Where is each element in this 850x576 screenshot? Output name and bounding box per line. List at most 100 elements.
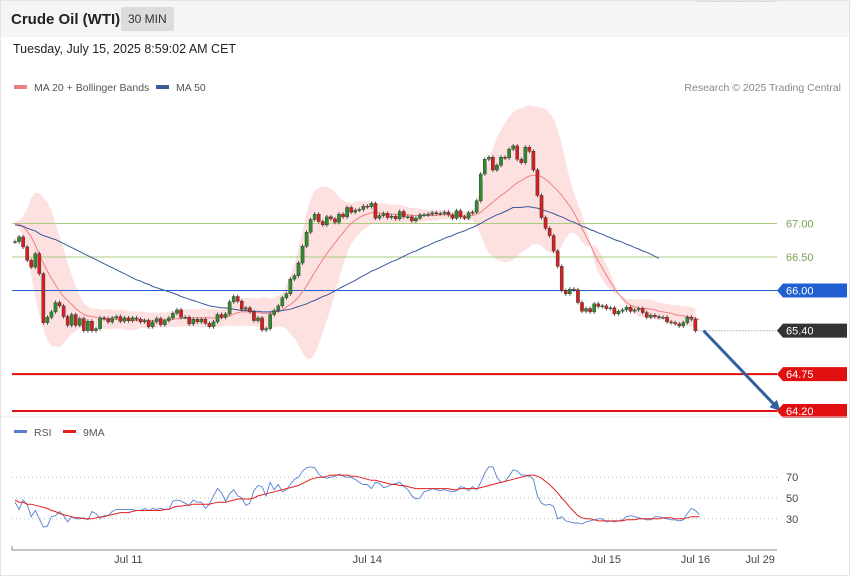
candle-body <box>673 322 677 325</box>
rsi-tick-label: 30 <box>786 514 798 526</box>
level-label-67.00: 67.00 <box>786 219 814 231</box>
candle-body <box>402 211 406 218</box>
rsi-tick-label: 70 <box>786 472 798 484</box>
candle-body <box>142 320 147 323</box>
candle-body <box>373 203 378 219</box>
candle-body <box>503 157 507 159</box>
candle-body <box>511 145 515 150</box>
candle-body <box>333 218 337 223</box>
legend-swatch-rsi-ma <box>63 430 76 433</box>
price-panel: 67.00 66.50 66.00 65.40 64.75 64.20 <box>12 1 847 418</box>
candle-body <box>175 309 179 314</box>
candle-body <box>551 235 556 252</box>
candle-body <box>345 207 349 218</box>
rsi-panel: 70 50 30 <box>12 466 798 528</box>
candle-body <box>195 319 200 323</box>
candle-body <box>568 288 572 295</box>
candle-body <box>434 212 439 215</box>
candle-body <box>252 311 256 321</box>
candle-body <box>547 228 552 236</box>
candle-body <box>296 262 301 276</box>
x-tick-label: Jul 29 <box>746 554 775 566</box>
candle-body <box>381 213 386 216</box>
candle-body <box>507 149 511 159</box>
candle-body <box>329 216 333 220</box>
candle-body <box>357 209 362 211</box>
candle-body <box>126 317 131 321</box>
candle-body <box>685 317 690 323</box>
candle-body <box>353 209 358 213</box>
candle-body <box>211 321 216 327</box>
candle-body <box>640 308 645 313</box>
candle-body <box>231 296 236 303</box>
candle-body <box>110 317 114 323</box>
candle-body <box>414 217 418 222</box>
candle-body <box>215 314 220 323</box>
level-label-66.50: 66.50 <box>786 252 814 264</box>
candle-body <box>316 213 321 222</box>
candle-body <box>349 207 353 213</box>
legend-label-ma50: MA 50 <box>176 82 206 94</box>
candle-body <box>37 253 42 274</box>
candle-body <box>616 311 621 315</box>
candle-body <box>418 214 422 219</box>
candle-body <box>377 215 382 219</box>
candle-body <box>677 323 681 327</box>
candle-body <box>628 307 633 312</box>
candle-body <box>138 319 143 323</box>
candle-body <box>592 303 596 313</box>
candle-body <box>669 321 673 324</box>
candle-body <box>665 317 669 323</box>
candle-body <box>612 307 617 315</box>
candle-body <box>636 308 641 311</box>
candle-body <box>442 211 447 214</box>
candle-body <box>292 275 297 280</box>
candle-body <box>446 211 451 216</box>
candle-body <box>154 318 159 323</box>
candle-body <box>33 253 38 268</box>
level-label-66.00: 66.00 <box>786 285 814 297</box>
candle-body <box>681 322 686 327</box>
candle-body <box>474 200 479 213</box>
candle-body <box>13 241 17 243</box>
candle-body <box>543 217 548 229</box>
candle-body <box>41 273 46 323</box>
candle-body <box>438 213 443 215</box>
candle-body <box>300 246 305 264</box>
candle-body <box>491 157 495 171</box>
candle-body <box>564 290 568 295</box>
candle-body <box>539 195 544 218</box>
candle-body <box>385 213 390 218</box>
candle-body <box>191 319 196 325</box>
candle-body <box>82 318 86 331</box>
candle-body <box>244 307 248 310</box>
candle-body <box>321 221 325 226</box>
candle-body <box>219 314 224 318</box>
candle-body <box>308 219 313 233</box>
candle-body <box>69 314 74 326</box>
candle-body <box>25 246 29 261</box>
candle-body <box>422 214 426 217</box>
candle-body <box>454 210 459 219</box>
candle-body <box>397 211 402 220</box>
candle-body <box>527 147 532 152</box>
candle-body <box>17 236 21 242</box>
candle-body <box>393 215 398 220</box>
candle-body <box>276 305 281 311</box>
candle-body <box>389 215 394 218</box>
candle-body <box>130 317 135 321</box>
candle-body <box>649 315 653 318</box>
candle-body <box>620 309 625 312</box>
candle-body <box>102 317 106 320</box>
candle-body <box>235 296 240 302</box>
price-legend: MA 20 + Bollinger Bands MA 50 Research ©… <box>14 82 841 94</box>
candle-body <box>223 313 228 318</box>
candle-body <box>657 316 661 318</box>
candle-body <box>312 213 317 220</box>
candle-body <box>150 321 155 327</box>
candle-body <box>515 145 519 160</box>
candle-body <box>29 260 34 268</box>
candle-body <box>600 305 605 308</box>
candle-body <box>576 289 580 303</box>
candle-body <box>118 316 123 322</box>
